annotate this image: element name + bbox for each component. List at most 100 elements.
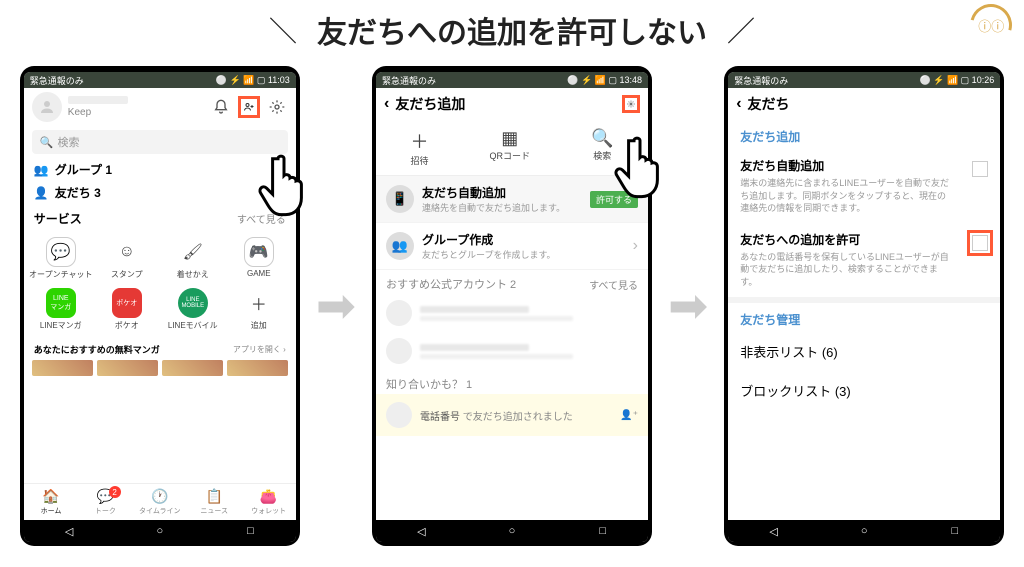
svc-label: 追加 [251,321,267,330]
timeline-icon: 🕐 [133,488,187,505]
auto-add-setting[interactable]: 友だち自動追加 端末の連絡先に含まれるLINEユーザーを自動で友だち追加します。… [728,149,964,223]
recent-button[interactable]: □ [948,524,962,538]
svc-pokeo[interactable]: ポケオポケオ [94,284,160,335]
group-label: グループ 1 [55,161,112,178]
back-button[interactable]: ◁ [62,524,76,538]
add-icon[interactable]: 👤⁺ [620,410,638,421]
allow-add-title: 友だちへの追加を許可 [740,231,952,248]
status-time: ⚪ ⚡ 📶 ▢ 11:03 [216,75,290,86]
nav-news[interactable]: 📋ニュース [187,484,241,520]
acquaint-label: 知り合いかも？ 1 [386,376,472,392]
phone-3: 緊急通報のみ ⚪ ⚡ 📶 ▢ 10:26 ‹ 友だち 友だち追加 友だち自動追加… [724,66,1004,546]
group-create-sub: 友だちとグループを作成します。 [422,248,625,261]
auto-add-row[interactable]: 📱 友だち自動追加 連絡先を自動で友だち追加します。 許可する [376,176,648,223]
svc-mobile[interactable]: LINEMOBILELINEモバイル [160,284,226,335]
permit-button[interactable]: 許可する [590,191,638,208]
gear-icon[interactable] [622,95,640,113]
see-all-link[interactable]: すべて見る [237,211,286,226]
official-label: おすすめ公式アカウント 2 [386,276,516,292]
nav-label: タイムライン [139,508,181,515]
search-button[interactable]: 🔍検索 [591,128,613,167]
friend-row[interactable]: 👤 友だち 3 [24,181,296,204]
svc-stamp[interactable]: ☺スタンプ [94,233,160,284]
checkbox[interactable] [972,161,988,177]
search-input[interactable]: 🔍 検索 [32,130,288,154]
gear-icon[interactable] [266,96,288,118]
nav-timeline[interactable]: 🕐 タイムライン [133,484,187,520]
nav-talk[interactable]: 💬2トーク [78,484,132,520]
tel-label: 電話番号 [420,412,460,423]
method-label: 招待 [411,156,429,166]
phone-1: 緊急通報のみ ⚪ ⚡ 📶 ▢ 11:03 Keep 🔍 検索 [20,66,300,546]
back-button[interactable]: ◁ [414,524,428,538]
nav-home[interactable]: 🏠ホーム [24,484,78,520]
group-row[interactable]: 👥 グループ 1 [24,158,296,181]
manga-thumbs[interactable] [24,360,296,376]
status-carrier: 緊急通報のみ [734,74,788,87]
avatar [386,300,412,326]
svc-label: LINEマンガ [40,321,82,330]
android-nav: ◁ ○ □ [24,520,296,542]
svc-add[interactable]: ＋追加 [226,284,292,335]
svc-theme[interactable]: 🖌着せかえ [160,233,226,284]
group-create-title: グループ作成 [422,231,625,248]
chevron-right-icon: › [633,237,638,255]
status-bar: 緊急通報のみ ⚪ ⚡ 📶 ▢ 10:26 [728,72,1000,88]
allow-add-desc: あなたの電話番号を保有しているLINEユーザーが自動で友だちに追加したり、検索す… [740,251,952,289]
svc-openchat[interactable]: 💬オープンチャット [28,233,94,284]
nav-label: ホーム [41,508,62,515]
official-account-2[interactable] [376,332,648,370]
svc-game[interactable]: 🎮GAME [226,233,292,284]
service-header: サービス すべて見る [24,204,296,229]
news-icon: 📋 [187,488,241,505]
status-time: ⚪ ⚡ 📶 ▢ 10:26 [920,75,995,86]
qr-icon: ▦ [490,128,531,149]
bottom-nav: 🏠ホーム 💬2トーク 🕐 タイムライン 📋ニュース 👛ウォレット [24,483,296,520]
avatar[interactable] [32,92,62,122]
svc-label: オープンチャット [29,270,92,279]
status-time: ⚪ ⚡ 📶 ▢ 13:48 [567,75,642,86]
recent-button[interactable]: □ [596,524,610,538]
open-app-link[interactable]: アプリを開く › [233,344,286,355]
keep-label[interactable]: Keep [68,107,204,118]
see-all-link[interactable]: すべて見る [589,277,638,292]
person-icon: 👤 [34,186,49,200]
nav-wallet[interactable]: 👛ウォレット [241,484,295,520]
qr-button[interactable]: ▦QRコード [490,128,531,167]
home-button[interactable]: ○ [153,524,167,538]
back-button[interactable]: ‹ [736,95,741,113]
group-create-row[interactable]: 👥 グループ作成 友だちとグループを作成します。 › [376,223,648,270]
tel-added-row[interactable]: 電話番号 で友だち追加されました 👤⁺ [376,394,648,436]
tel-sub: で友だち追加されました [463,412,573,423]
invite-button[interactable]: ＋招待 [411,128,429,167]
contact-icon: 📱 [386,185,414,213]
recent-button[interactable]: □ [243,524,257,538]
page-title: 友だちへの追加を許可しない [317,8,707,52]
android-nav: ◁ ○ □ [728,520,1000,542]
auto-add-title: 友だち自動追加 [740,157,952,174]
acquaint-header: 知り合いかも？ 1 [376,370,648,394]
back-button[interactable]: ‹ [384,95,389,113]
screen-title: 友だち [748,94,790,114]
talk-icon: 💬 [78,488,132,505]
hidden-list-row[interactable]: 非表示リスト (6) [728,332,1000,371]
section-manage-header: 友だち管理 [728,303,1000,332]
auto-add-title: 友だち自動追加 [422,184,582,201]
section-add-header: 友だち追加 [728,120,1000,149]
bell-icon[interactable] [210,96,232,118]
home-button[interactable]: ○ [505,524,519,538]
group-icon: 👥 [386,232,414,260]
allow-add-setting[interactable]: 友だちへの追加を許可 あなたの電話番号を保有しているLINEユーザーが自動で友だ… [728,223,964,297]
home-button[interactable]: ○ [857,524,871,538]
svc-label: 着せかえ [177,270,209,279]
official-header: おすすめ公式アカウント 2 すべて見る [376,270,648,294]
add-friend-icon[interactable] [238,96,260,118]
svc-label: スタンプ [111,270,143,279]
svc-manga[interactable]: LINEマンガLINEマンガ [28,284,94,335]
back-button[interactable]: ◁ [767,524,781,538]
block-list-row[interactable]: ブロックリスト (3) [728,371,1000,410]
official-account-1[interactable] [376,294,648,332]
search-icon: 🔍 [591,128,613,149]
recommend-label: あなたにおすすめの無料マンガ [34,343,160,356]
checkbox[interactable] [972,235,988,251]
